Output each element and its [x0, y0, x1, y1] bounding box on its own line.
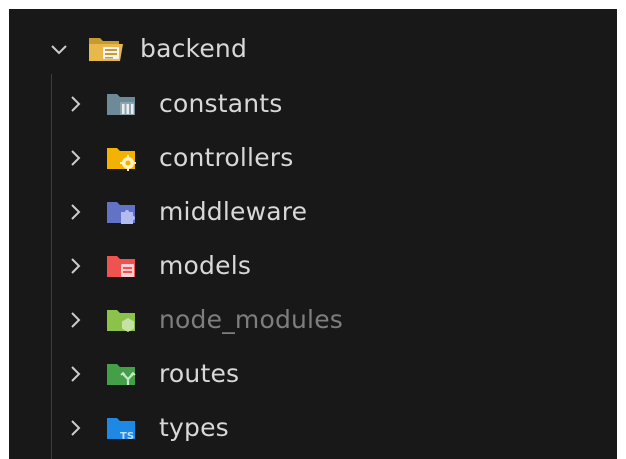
svg-text:TS: TS	[120, 431, 134, 441]
folder-constants-icon	[107, 94, 135, 115]
folder-routes-icon	[107, 364, 136, 385]
tree-item-constants[interactable]: constants	[9, 77, 617, 131]
chevron-right-icon[interactable]	[66, 418, 86, 438]
folder-models-icon	[107, 256, 135, 277]
chevron-right-icon[interactable]	[66, 202, 86, 222]
chevron-right-icon[interactable]	[66, 256, 86, 276]
tree-item-types[interactable]: TS types	[9, 401, 617, 455]
tree-item-middleware[interactable]: middleware	[9, 185, 617, 239]
tree-item-controllers[interactable]: controllers	[9, 131, 617, 185]
tree-item-label: controllers	[159, 143, 294, 172]
tree-item-models[interactable]: models	[9, 239, 617, 293]
folder-middleware-icon	[107, 202, 135, 224]
chevron-right-icon[interactable]	[66, 310, 86, 330]
tree-item-label: models	[159, 251, 252, 280]
folder-open-backend-icon	[89, 38, 123, 61]
tree-item-node-modules[interactable]: node_modules	[9, 293, 617, 347]
tree-item-backend[interactable]: backend	[9, 23, 617, 77]
tree-item-routes[interactable]: routes	[9, 347, 617, 401]
tree-item-label: middleware	[159, 197, 308, 226]
folder-typescript-icon: TS	[107, 418, 135, 441]
tree-item-label: backend	[140, 34, 248, 63]
folder-node-icon	[107, 310, 135, 332]
chevron-right-icon[interactable]	[66, 94, 86, 114]
chevron-down-icon[interactable]	[49, 40, 69, 60]
file-explorer-panel: backend constants controllers middleware…	[9, 9, 617, 459]
tree-item-label: node_modules	[159, 305, 344, 334]
folder-controllers-icon	[107, 148, 136, 171]
chevron-right-icon[interactable]	[66, 148, 86, 168]
chevron-right-icon[interactable]	[66, 364, 86, 384]
tree-item-label: types	[159, 413, 229, 442]
tree-item-label: constants	[159, 89, 283, 118]
tree-item-label: routes	[159, 359, 240, 388]
